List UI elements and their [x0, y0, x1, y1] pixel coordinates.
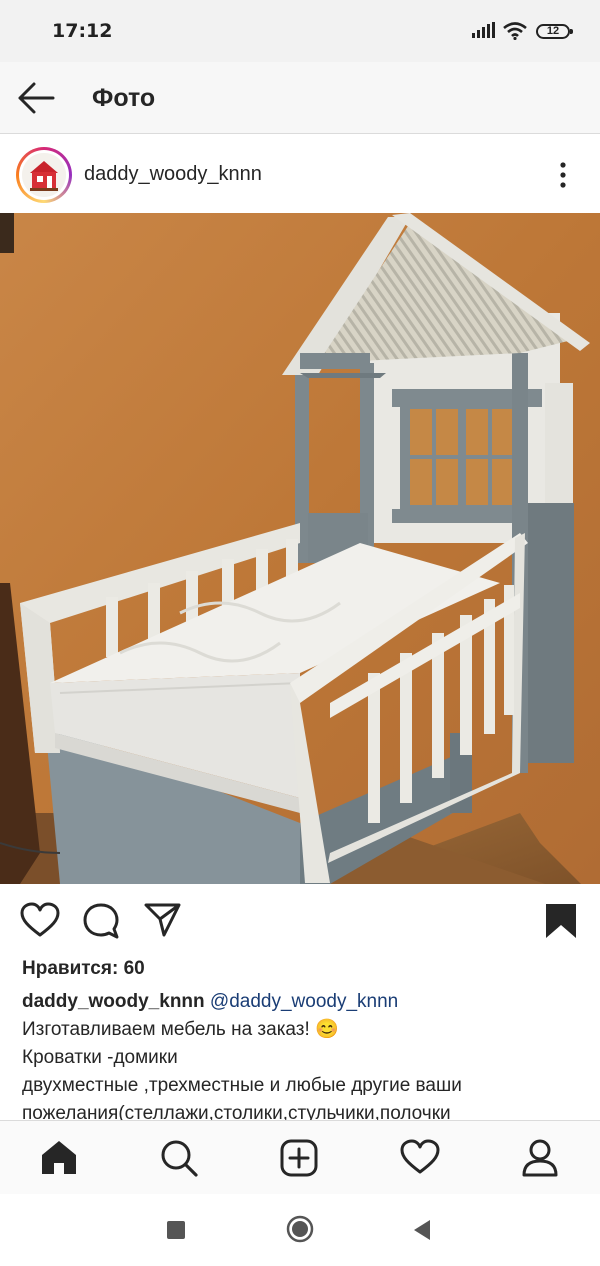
- status-time: 17:12: [52, 20, 113, 42]
- caption-username[interactable]: daddy_woody_knnn: [22, 991, 205, 1012]
- bookmark-icon[interactable]: [544, 902, 578, 945]
- comment-icon[interactable]: [82, 902, 120, 945]
- recents-square-icon[interactable]: [166, 1220, 186, 1245]
- activity-heart-icon[interactable]: [400, 1139, 440, 1180]
- profile-icon[interactable]: [522, 1139, 558, 1182]
- battery-icon: 12: [536, 24, 573, 39]
- app-bar: Фото: [0, 62, 600, 134]
- signal-icon: [472, 22, 496, 43]
- post-actions: [0, 884, 600, 954]
- system-navigation: [0, 1194, 600, 1266]
- status-bar: 17:12 12: [0, 0, 600, 62]
- caption-line-4: пожелания(стеллажи,столики,стульчики,пол…: [22, 1103, 451, 1120]
- search-icon[interactable]: [160, 1139, 198, 1182]
- likes-count[interactable]: Нравится: 60: [22, 958, 145, 980]
- share-icon[interactable]: [144, 902, 182, 943]
- caption-line-3: двухместные ,трехместные и любые другие …: [22, 1075, 462, 1096]
- arrow-left-icon[interactable]: [16, 80, 56, 121]
- bed-house-photo: [0, 213, 600, 884]
- post-header: daddy_woody_knnn: [0, 135, 600, 213]
- avatar[interactable]: [16, 147, 72, 203]
- back-triangle-icon[interactable]: [412, 1219, 432, 1246]
- caption-mention[interactable]: @daddy_woody_knnn: [210, 991, 398, 1012]
- caption-line-1: Изготавливаем мебель на заказ! 😊: [22, 1019, 339, 1040]
- post-caption: daddy_woody_knnn @daddy_woody_knnn Изгот…: [22, 988, 582, 1120]
- more-vertical-icon[interactable]: [552, 161, 574, 194]
- heart-icon[interactable]: [20, 902, 60, 943]
- page-title: Фото: [92, 84, 156, 112]
- home-icon[interactable]: [40, 1139, 78, 1180]
- avatar-image: [22, 153, 66, 197]
- wifi-icon: [503, 22, 527, 45]
- post-username[interactable]: daddy_woody_knnn: [84, 163, 262, 186]
- post-photo[interactable]: [0, 213, 600, 884]
- home-circle-icon[interactable]: [286, 1215, 314, 1248]
- add-post-icon[interactable]: [280, 1139, 318, 1182]
- caption-line-2: Кроватки -домики: [22, 1047, 178, 1068]
- bottom-navigation: [0, 1120, 600, 1194]
